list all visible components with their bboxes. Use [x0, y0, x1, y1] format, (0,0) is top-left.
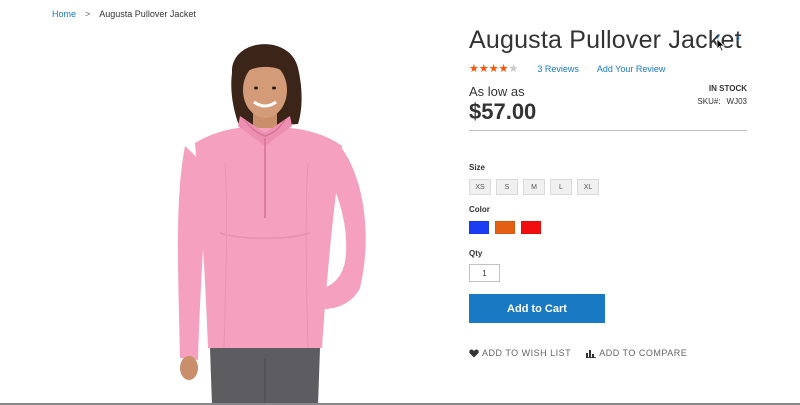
rating-stars: ★★★★★★★★★★	[469, 63, 519, 75]
add-to-cart-button[interactable]: Add to Cart	[469, 294, 605, 323]
product-rating: ★★★★★★★★★★ 3 Reviews Add Your Review	[469, 62, 665, 75]
price-prefix: As low as	[469, 84, 525, 99]
wishlist-label: ADD TO WISH LIST	[482, 348, 572, 358]
qty-label: Qty	[469, 249, 483, 258]
product-price: $57.00	[469, 99, 537, 124]
size-option-s[interactable]: S	[496, 179, 518, 195]
color-label: Color	[469, 205, 490, 214]
secondary-actions: ADD TO WISH LIST ADD TO COMPARE	[469, 348, 687, 358]
rating-stars-fill: ★★★★★	[469, 63, 509, 75]
color-swatch-orange[interactable]	[495, 221, 515, 234]
add-to-wishlist-link[interactable]: ADD TO WISH LIST	[469, 348, 571, 358]
reviews-link[interactable]: 3 Reviews	[537, 64, 579, 74]
size-option-xs[interactable]: XS	[469, 179, 491, 195]
product-image[interactable]	[150, 28, 390, 405]
breadcrumb-current: Augusta Pullover Jacket	[99, 9, 196, 19]
mouse-cursor-icon	[716, 38, 726, 52]
size-option-l[interactable]: L	[550, 179, 572, 195]
size-options: XS S M L XL	[469, 179, 599, 195]
heart-icon	[469, 349, 479, 357]
product-sku: SKU#: WJ03	[697, 97, 747, 106]
compare-label: ADD TO COMPARE	[599, 348, 688, 358]
size-option-xl[interactable]: XL	[577, 179, 599, 195]
product-photo	[150, 28, 390, 405]
add-review-link[interactable]: Add Your Review	[597, 64, 666, 74]
breadcrumb-home-link[interactable]: Home	[52, 9, 76, 19]
color-swatch-blue[interactable]	[469, 221, 489, 234]
qty-input[interactable]	[469, 264, 500, 282]
divider	[469, 130, 747, 131]
breadcrumb-separator: >	[85, 9, 91, 19]
sku-value: WJ03	[726, 97, 747, 106]
product-title: Augusta Pullover Jacket	[469, 26, 742, 54]
chevron-right-icon[interactable]: ›	[733, 30, 743, 45]
breadcrumb: Home > Augusta Pullover Jacket	[52, 9, 196, 19]
color-swatch-red[interactable]	[521, 221, 541, 234]
stock-status: IN STOCK	[708, 84, 747, 93]
size-option-m[interactable]: M	[523, 179, 545, 195]
add-to-compare-link[interactable]: ADD TO COMPARE	[586, 348, 687, 358]
color-options	[469, 221, 541, 234]
size-label: Size	[469, 163, 486, 172]
bar-chart-icon	[586, 349, 597, 358]
sku-label: SKU#:	[697, 97, 721, 106]
